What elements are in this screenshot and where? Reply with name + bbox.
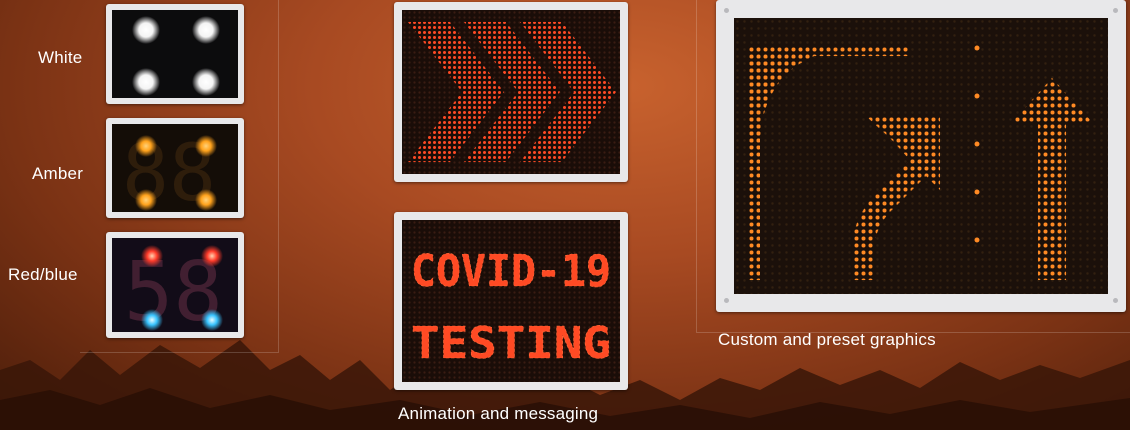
caption-animation: Animation and messaging — [398, 404, 599, 423]
chevron-arrows — [402, 10, 620, 174]
color-label-white: White — [38, 48, 83, 67]
amber-led-digits: 88 — [122, 129, 217, 212]
message-led-panel: COVID-19 TESTING — [394, 212, 628, 390]
graphics-led-panel — [716, 0, 1126, 312]
color-label-amber: Amber — [32, 164, 84, 183]
amber-led-panel: 88 — [106, 118, 244, 218]
color-label-redblue: Red/blue — [8, 265, 78, 284]
white-led-digits — [132, 16, 220, 96]
message-line-1: COVID-19 — [411, 246, 611, 297]
redblue-led-panel: 58 — [106, 232, 244, 338]
redblue-led-digits: 58 — [124, 245, 223, 332]
white-led-panel — [106, 4, 244, 104]
graphics-led-symbols — [734, 18, 1108, 294]
message-led-text: COVID-19 TESTING — [402, 220, 620, 382]
caption-graphics: Custom and preset graphics — [718, 330, 936, 349]
message-line-2: TESTING — [411, 318, 611, 369]
chevron-led-panel — [394, 2, 628, 182]
